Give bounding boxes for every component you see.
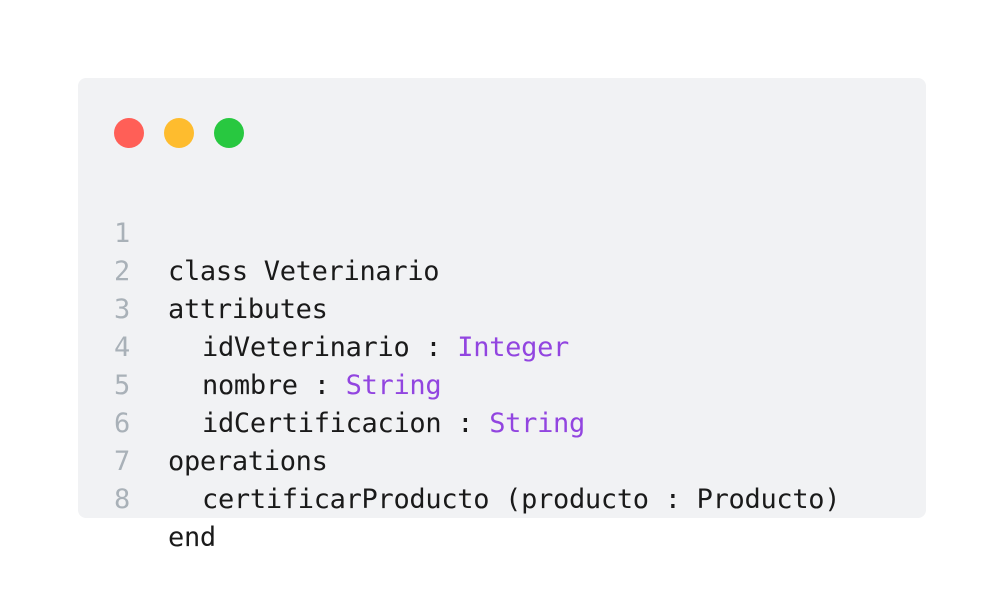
code-line: 7 certificarProducto (producto : Product… [78, 405, 926, 515]
line-number: 8 [114, 484, 131, 515]
code-text-content: certificarProducto (producto : Producto) [202, 484, 841, 515]
code-line: 1 class Veterinario [78, 177, 926, 287]
code-line: 6 operations [78, 367, 926, 477]
code-line: 8 end [78, 443, 926, 553]
code-window: 1 class Veterinario 2 attributes 3 idVet… [78, 78, 926, 553]
code-text: end [168, 519, 216, 557]
stage: 1 class Veterinario 2 attributes 3 idVet… [0, 0, 1004, 596]
code-line: 2 attributes [78, 215, 926, 325]
code-text: certificarProducto (producto : Producto) [168, 481, 841, 519]
maximize-dot-icon [214, 118, 244, 148]
code-line: 4 nombre : String [78, 291, 926, 401]
code-line: 3 idVeterinario : Integer [78, 253, 926, 363]
window-controls [114, 118, 244, 148]
code-line: 5 idCertificacion : String [78, 329, 926, 439]
minimize-dot-icon [164, 118, 194, 148]
close-dot-icon [114, 118, 144, 148]
code-block: 1 class Veterinario 2 attributes 3 idVet… [78, 177, 926, 553]
code-text-content: end [168, 522, 216, 553]
